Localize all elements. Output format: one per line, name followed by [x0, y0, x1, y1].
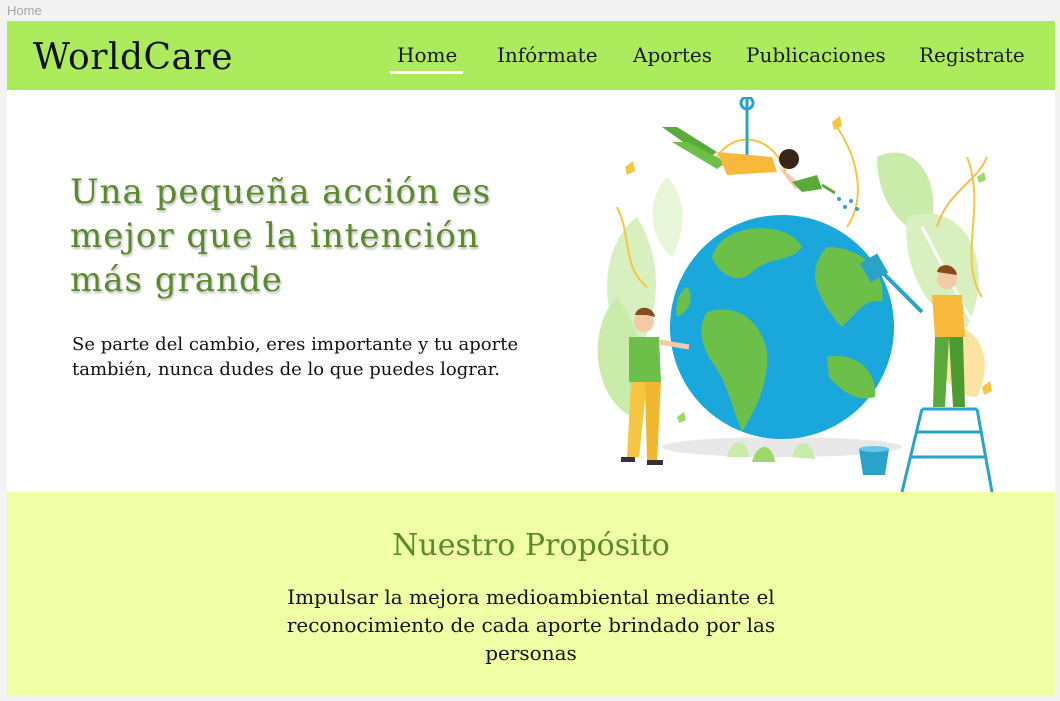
globe-icon: [670, 215, 894, 439]
purpose-title: Nuestro Propósito: [392, 528, 670, 563]
nav-publicaciones[interactable]: Publicaciones: [746, 43, 886, 67]
earth-care-illustration: [597, 97, 994, 492]
woman-watering-figure: [662, 97, 859, 211]
hero-text: Se parte del cambio, eres importante y t…: [72, 334, 519, 380]
navbar: WorldCare Home Infórmate Aportes Publica…: [7, 21, 1055, 90]
bucket-icon: [859, 446, 889, 475]
active-underline: [390, 71, 464, 74]
tab-label: Home: [7, 3, 42, 18]
nav-home-label: Home: [397, 43, 458, 67]
purpose-text: Impulsar la mejora medioambiental median…: [286, 585, 776, 665]
nav-informate[interactable]: Infórmate: [497, 43, 598, 67]
brand-logo[interactable]: WorldCare: [33, 37, 233, 78]
nav-aportes[interactable]: Aportes: [633, 43, 712, 67]
hero-title: Una pequeña acción es mejor que la inten…: [70, 172, 492, 300]
nav-registrate[interactable]: Registrate: [919, 43, 1025, 67]
purpose-section: Nuestro Propósito Impulsar la mejora med…: [7, 492, 1055, 696]
nav-home[interactable]: Home: [390, 43, 464, 74]
page-frame: WorldCare Home Infórmate Aportes Publica…: [7, 21, 1055, 696]
ladder-icon: [900, 407, 994, 492]
hero-section: Una pequeña acción es mejor que la inten…: [7, 90, 1055, 492]
